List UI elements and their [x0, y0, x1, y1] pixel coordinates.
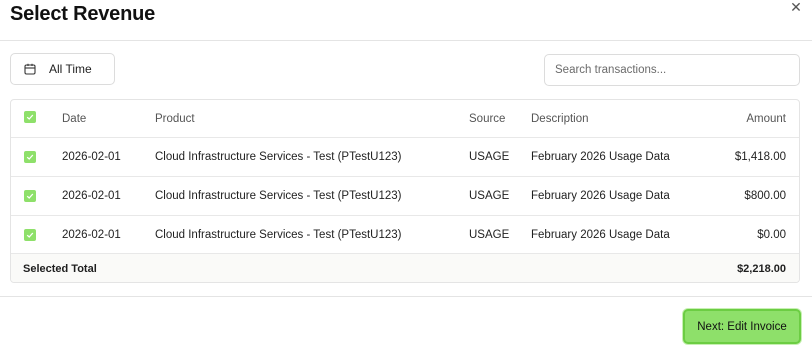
row-select-cell	[24, 177, 36, 215]
row-source: USAGE	[469, 228, 510, 241]
footer-divider	[0, 296, 812, 297]
row-checkbox[interactable]	[24, 190, 36, 202]
dialog-header: Select Revenue ✕	[0, 0, 812, 41]
table-header-row: Date Product Source Description Amount	[11, 100, 799, 138]
table-row[interactable]: 2026-02-01 Cloud Infrastructure Services…	[11, 177, 799, 216]
row-checkbox[interactable]	[24, 228, 36, 241]
row-amount: $800.00	[744, 190, 786, 202]
row-checkbox[interactable]	[24, 151, 36, 163]
row-description: February 2026 Usage Data	[531, 228, 670, 241]
row-description: February 2026 Usage Data	[531, 151, 670, 163]
column-header-product: Product	[155, 112, 195, 125]
select-all-checkbox[interactable]	[24, 110, 36, 123]
calendar-icon	[24, 63, 36, 75]
column-header-source: Source	[469, 112, 506, 125]
close-icon[interactable]: ✕	[789, 0, 803, 14]
select-all-cell	[24, 100, 36, 137]
revenue-table: Date Product Source Description Amount 2…	[10, 99, 800, 283]
row-description: February 2026 Usage Data	[531, 190, 670, 202]
total-label: Selected Total	[23, 262, 97, 275]
row-select-cell	[24, 138, 36, 176]
row-source: USAGE	[469, 151, 510, 163]
date-filter-label: All Time	[49, 62, 92, 76]
row-date: 2026-02-01	[62, 228, 121, 241]
total-value: $2,218.00	[737, 262, 786, 275]
row-select-cell	[24, 216, 36, 253]
date-filter-button[interactable]: All Time	[10, 53, 115, 85]
table-row[interactable]: 2026-02-01 Cloud Infrastructure Services…	[11, 216, 799, 254]
column-header-date: Date	[62, 112, 87, 125]
row-amount: $1,418.00	[734, 151, 786, 163]
row-date: 2026-02-01	[62, 190, 121, 202]
row-product: Cloud Infrastructure Services - Test (PT…	[155, 151, 402, 163]
row-product: Cloud Infrastructure Services - Test (PT…	[155, 228, 402, 241]
next-edit-invoice-button[interactable]: Next: Edit Invoice	[683, 309, 801, 344]
column-header-amount: Amount	[746, 112, 786, 125]
row-amount: $0.00	[757, 228, 786, 241]
table-row[interactable]: 2026-02-01 Cloud Infrastructure Services…	[11, 138, 799, 177]
row-product: Cloud Infrastructure Services - Test (PT…	[155, 190, 402, 202]
total-row: Selected Total $2,218.00	[11, 254, 799, 282]
column-header-description: Description	[531, 112, 589, 125]
dialog-title: Select Revenue	[10, 3, 156, 25]
row-date: 2026-02-01	[62, 151, 121, 163]
search-input[interactable]	[544, 54, 800, 86]
row-source: USAGE	[469, 190, 510, 202]
